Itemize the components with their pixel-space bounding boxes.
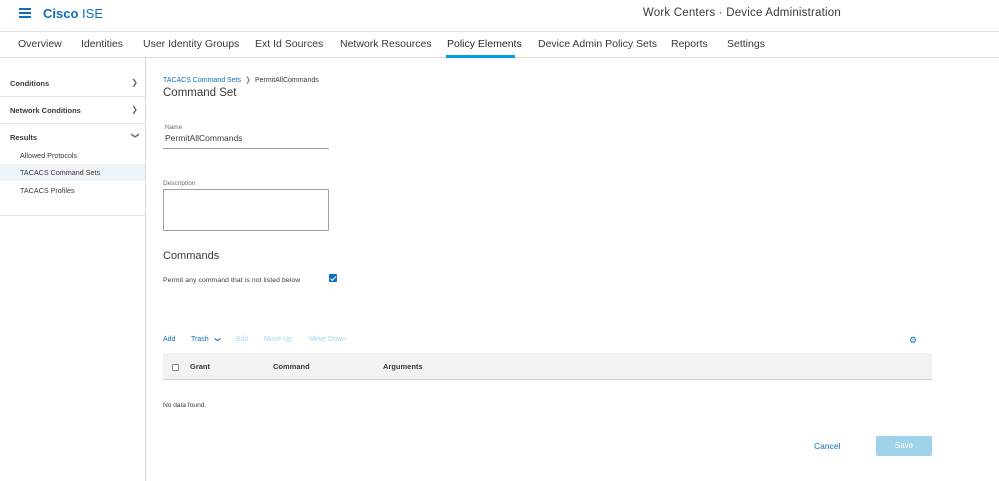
tab-overview[interactable]: Overview <box>18 38 62 50</box>
chevron-right-icon: ❯ <box>245 77 251 84</box>
cancel-button[interactable]: Cancel <box>814 441 840 451</box>
main-nav: Overview Identities User Identity Groups… <box>0 31 999 58</box>
context-title: Work Centers · Device Administration <box>642 7 841 19</box>
breadcrumb: TACACS Command Sets ❯ PermitAllCommands <box>163 76 319 84</box>
tab-device-admin-policy-sets[interactable]: Device Admin Policy Sets <box>538 38 657 50</box>
sidebar-section-conditions[interactable]: Conditions ❯ <box>0 70 145 97</box>
top-header: Cisco ISE Work Centers · Device Administ… <box>0 0 999 30</box>
tab-identities[interactable]: Identities <box>81 38 123 50</box>
description-label: Description <box>163 180 196 187</box>
tab-reports[interactable]: Reports <box>671 38 708 50</box>
breadcrumb-link-tacacs-command-sets[interactable]: TACACS Command Sets <box>163 77 241 84</box>
main-content: TACACS Command Sets ❯ PermitAllCommands Co… <box>146 58 999 481</box>
trash-label: Trash <box>191 336 209 343</box>
sidebar-item-allowed-protocols[interactable]: Allowed Protocols <box>0 147 145 164</box>
tab-ext-id-sources[interactable]: Ext Id Sources <box>255 38 323 50</box>
sidebar-section-network-conditions[interactable]: Network Conditions ❯ <box>0 97 145 124</box>
sidebar-item-label: TACACS Command Sets <box>20 168 101 177</box>
chevron-right-icon: ❯ <box>131 78 138 87</box>
move-down-button[interactable]: Move Down <box>309 336 346 343</box>
sidebar-item-label: Allowed Protocols <box>20 151 78 160</box>
column-header-grant[interactable]: Grant <box>190 362 210 371</box>
brand-product: ISE <box>82 6 103 21</box>
sidebar-item-label: TACACS Profiles <box>20 186 75 195</box>
move-up-button[interactable]: Move Up <box>264 336 292 343</box>
sidebar-divider <box>0 215 145 216</box>
permit-any-command-label: Permit any command that is not listed be… <box>163 277 301 284</box>
commands-heading: Commands <box>163 250 220 262</box>
select-all-checkbox[interactable] <box>172 364 179 371</box>
name-label: Name <box>165 124 183 131</box>
save-button[interactable]: Save <box>876 436 932 456</box>
trash-button[interactable]: Trash ❯ <box>191 336 220 343</box>
sidebar-section-label: Results <box>10 133 38 142</box>
tab-user-identity-groups[interactable]: User Identity Groups <box>143 38 239 50</box>
brand-name: Cisco <box>43 6 79 21</box>
gear-icon[interactable]: ⚙ <box>909 335 917 346</box>
sidebar-item-tacacs-profiles[interactable]: TACACS Profiles <box>0 182 145 199</box>
column-header-arguments[interactable]: Arguments <box>383 362 423 371</box>
permit-any-command-checkbox[interactable] <box>329 274 337 282</box>
page-title: Command Set <box>163 87 237 99</box>
sidebar: Conditions ❯ Network Conditions ❯ Result… <box>0 58 146 481</box>
empty-table-message: No data found. <box>163 402 207 409</box>
sidebar-section-label: Network Conditions <box>10 106 81 115</box>
tab-settings[interactable]: Settings <box>727 38 765 50</box>
name-field: Name <box>163 124 329 149</box>
hamburger-icon[interactable] <box>19 8 31 18</box>
sidebar-item-tacacs-command-sets[interactable]: TACACS Command Sets <box>0 164 145 181</box>
sidebar-section-label: Conditions <box>10 79 50 88</box>
brand-logo[interactable]: Cisco ISE <box>43 6 103 21</box>
chevron-down-icon: ❯ <box>131 132 141 139</box>
chevron-right-icon: ❯ <box>131 105 138 114</box>
commands-table-header: Grant Command Arguments <box>163 353 932 380</box>
column-header-command[interactable]: Command <box>273 362 310 371</box>
chevron-down-icon: ❯ <box>213 336 220 343</box>
description-textarea[interactable] <box>163 189 329 231</box>
tab-network-resources[interactable]: Network Resources <box>340 38 432 50</box>
tab-policy-elements[interactable]: Policy Elements <box>447 38 522 50</box>
breadcrumb-current: PermitAllCommands <box>254 77 319 84</box>
add-button[interactable]: Add <box>163 336 175 343</box>
edit-button[interactable]: Edit <box>236 336 248 343</box>
name-input[interactable] <box>165 133 325 143</box>
